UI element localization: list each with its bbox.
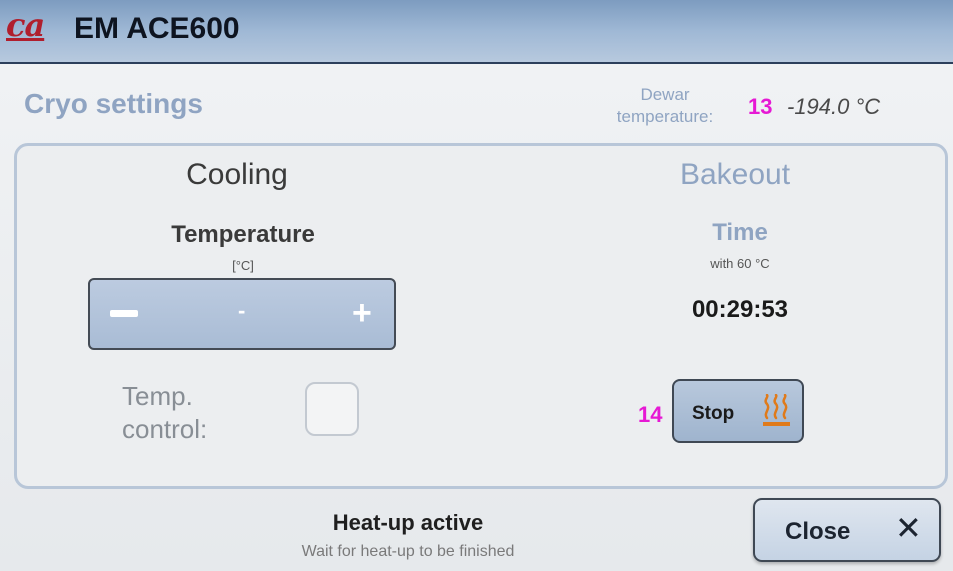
temp-control-line2: control: xyxy=(122,414,208,444)
temperature-stepper[interactable]: - + xyxy=(88,278,396,350)
stop-bakeout-button[interactable]: Stop xyxy=(672,379,804,443)
brand-logo: ca xyxy=(6,6,45,44)
heater-icon xyxy=(763,394,790,426)
temperature-stepper-value: - xyxy=(238,298,246,323)
close-button-label: Close xyxy=(785,518,851,545)
time-sublabel: with 60 °C xyxy=(710,256,770,271)
temp-control-line1: Temp. xyxy=(122,381,193,411)
page-title: Cryo settings xyxy=(24,88,203,119)
temp-control-checkbox[interactable] xyxy=(305,382,359,436)
bakeout-time-value: 00:29:53 xyxy=(691,296,789,323)
dewar-temperature-label: Dewar temperature: xyxy=(590,84,740,128)
temp-control-label: Temp. control: xyxy=(122,380,207,446)
annotation-marker-14: 14 xyxy=(638,402,663,427)
time-label: Time xyxy=(712,219,768,246)
decrement-button[interactable] xyxy=(110,310,138,317)
app-title: EM ACE600 xyxy=(74,12,240,45)
stop-button-label: Stop xyxy=(692,403,735,424)
status-title: Heat-up active xyxy=(332,510,484,535)
cooling-header: Cooling xyxy=(186,158,288,191)
increment-button[interactable]: + xyxy=(352,296,372,330)
close-button[interactable]: Close ✕ xyxy=(753,498,941,562)
title-bar: ca EM ACE600 xyxy=(0,0,953,64)
temperature-unit: [°C] xyxy=(232,258,254,273)
annotation-marker-13: 13 xyxy=(748,94,773,119)
dewar-label-line1: Dewar xyxy=(640,85,690,104)
temperature-label: Temperature xyxy=(171,221,315,248)
status-subtitle: Wait for heat-up to be finished xyxy=(301,543,515,560)
dewar-temperature-value: -194.0 °C xyxy=(787,94,881,119)
bakeout-header: Bakeout xyxy=(679,158,791,191)
close-icon: ✕ xyxy=(895,510,922,546)
dewar-label-line2: temperature: xyxy=(616,107,714,126)
